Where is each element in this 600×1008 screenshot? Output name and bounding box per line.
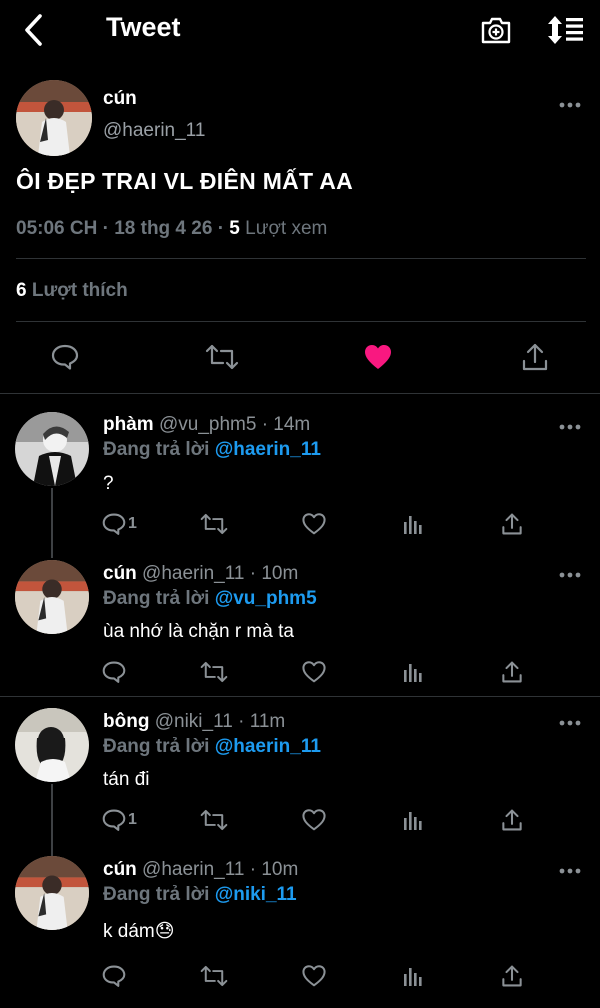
replying-label: Đang trả lời: [103, 439, 215, 460]
likes-count: 6: [16, 280, 27, 301]
mention-link[interactable]: @haerin_11: [215, 736, 321, 757]
avatar[interactable]: [16, 80, 92, 156]
reply-button[interactable]: 1: [102, 806, 137, 834]
reply-icon[interactable]: [50, 342, 80, 372]
avatar[interactable]: [15, 708, 89, 782]
reply-count: 1: [128, 811, 137, 828]
share-icon[interactable]: [501, 962, 523, 990]
reply-icon: [102, 513, 126, 535]
share-icon[interactable]: [501, 658, 523, 686]
views-icon[interactable]: [403, 510, 423, 538]
reply-header: cún @haerin_11 · 10m: [103, 859, 298, 881]
replying-label: Đang trả lời: [103, 588, 215, 609]
reply-button[interactable]: 1: [102, 510, 137, 538]
reply-text: ?: [103, 473, 114, 494]
retweet-icon[interactable]: [200, 658, 228, 686]
top-bar: Tweet: [0, 0, 600, 60]
replying-label: Đang trả lời: [103, 884, 215, 905]
views-icon[interactable]: [403, 658, 423, 686]
reply-header: cún @haerin_11 · 10m: [103, 563, 298, 585]
reply-header: phàm @vu_phm5 · 14m: [103, 414, 310, 436]
reply-count: 1: [128, 515, 137, 532]
avatar[interactable]: [15, 560, 89, 634]
camera-add-icon[interactable]: [476, 10, 516, 50]
tweet-meta: 05:06 CH · 18 thg 4 26 · 5 Lượt xem: [16, 218, 327, 240]
tweet-text: ÔI ĐẸP TRAI VL ĐIÊN MẤT AA: [16, 168, 354, 194]
divider: [0, 393, 600, 394]
more-options-icon[interactable]: [555, 420, 585, 434]
reply-handle-time: @vu_phm5 · 14m: [153, 414, 311, 435]
retweet-icon[interactable]: [200, 510, 228, 538]
reply-text: tán đi: [103, 769, 150, 790]
share-icon[interactable]: [501, 806, 523, 834]
author-name[interactable]: cún: [103, 88, 137, 110]
reply-header: bông @niki_11 · 11m: [103, 711, 285, 733]
back-arrow-icon[interactable]: [14, 10, 52, 50]
reply-author-name[interactable]: bông: [103, 711, 149, 732]
replying-to: Đang trả lời @niki_11: [103, 884, 297, 906]
reply-author-name[interactable]: phàm: [103, 414, 154, 435]
divider: [0, 696, 600, 697]
reply-icon: [102, 661, 126, 683]
likes-label: Lượt thích: [26, 280, 128, 301]
heart-icon[interactable]: [302, 658, 326, 686]
retweet-icon[interactable]: [200, 806, 228, 834]
more-options-icon[interactable]: [555, 568, 585, 582]
mention-link[interactable]: @niki_11: [215, 884, 297, 905]
thread-line: [51, 784, 53, 856]
reply-text: ùa nhớ là chặn r mà ta: [103, 621, 294, 642]
view-label: Lượt xem: [239, 218, 328, 239]
thread-line: [51, 488, 53, 558]
replying-to: Đang trả lời @haerin_11: [103, 736, 321, 758]
reply-button[interactable]: [102, 658, 128, 686]
more-options-icon[interactable]: [555, 98, 585, 112]
reply-icon: [102, 965, 126, 987]
views-icon[interactable]: [403, 962, 423, 990]
reply-handle-time: @haerin_11 · 10m: [136, 859, 299, 880]
heart-icon[interactable]: [302, 806, 326, 834]
retweet-icon[interactable]: [200, 962, 228, 990]
heart-filled-icon[interactable]: [363, 342, 393, 372]
reply-button[interactable]: [102, 962, 128, 990]
tweet-timestamp: 05:06 CH · 18 thg 4 26 ·: [16, 218, 230, 239]
more-options-icon[interactable]: [555, 864, 585, 878]
heart-icon[interactable]: [302, 510, 326, 538]
replying-to: Đang trả lời @vu_phm5: [103, 588, 317, 610]
reply-handle-time: @haerin_11 · 10m: [136, 563, 299, 584]
likes-summary[interactable]: 6 Lượt thích: [16, 280, 128, 302]
view-count: 5: [229, 218, 240, 239]
share-icon[interactable]: [501, 510, 523, 538]
more-options-icon[interactable]: [555, 716, 585, 730]
retweet-icon[interactable]: [205, 342, 239, 372]
sort-replies-icon[interactable]: [544, 10, 588, 50]
heart-icon[interactable]: [302, 962, 326, 990]
page-title: Tweet: [106, 12, 181, 42]
mention-link[interactable]: @vu_phm5: [215, 588, 317, 609]
mention-link[interactable]: @haerin_11: [215, 439, 321, 460]
avatar[interactable]: [15, 856, 89, 930]
share-icon[interactable]: [520, 341, 550, 373]
author-handle[interactable]: @haerin_11: [103, 120, 205, 142]
reply-handle-time: @niki_11 · 11m: [149, 711, 286, 732]
divider: [16, 321, 586, 322]
divider: [16, 258, 586, 259]
replying-to: Đang trả lời @haerin_11: [103, 439, 321, 461]
reply-author-name[interactable]: cún: [103, 859, 137, 880]
replying-label: Đang trả lời: [103, 736, 215, 757]
reply-icon: [102, 809, 126, 831]
reply-author-name[interactable]: cún: [103, 563, 137, 584]
views-icon[interactable]: [403, 806, 423, 834]
avatar[interactable]: [15, 412, 89, 486]
reply-text: k dám😓: [103, 921, 175, 942]
